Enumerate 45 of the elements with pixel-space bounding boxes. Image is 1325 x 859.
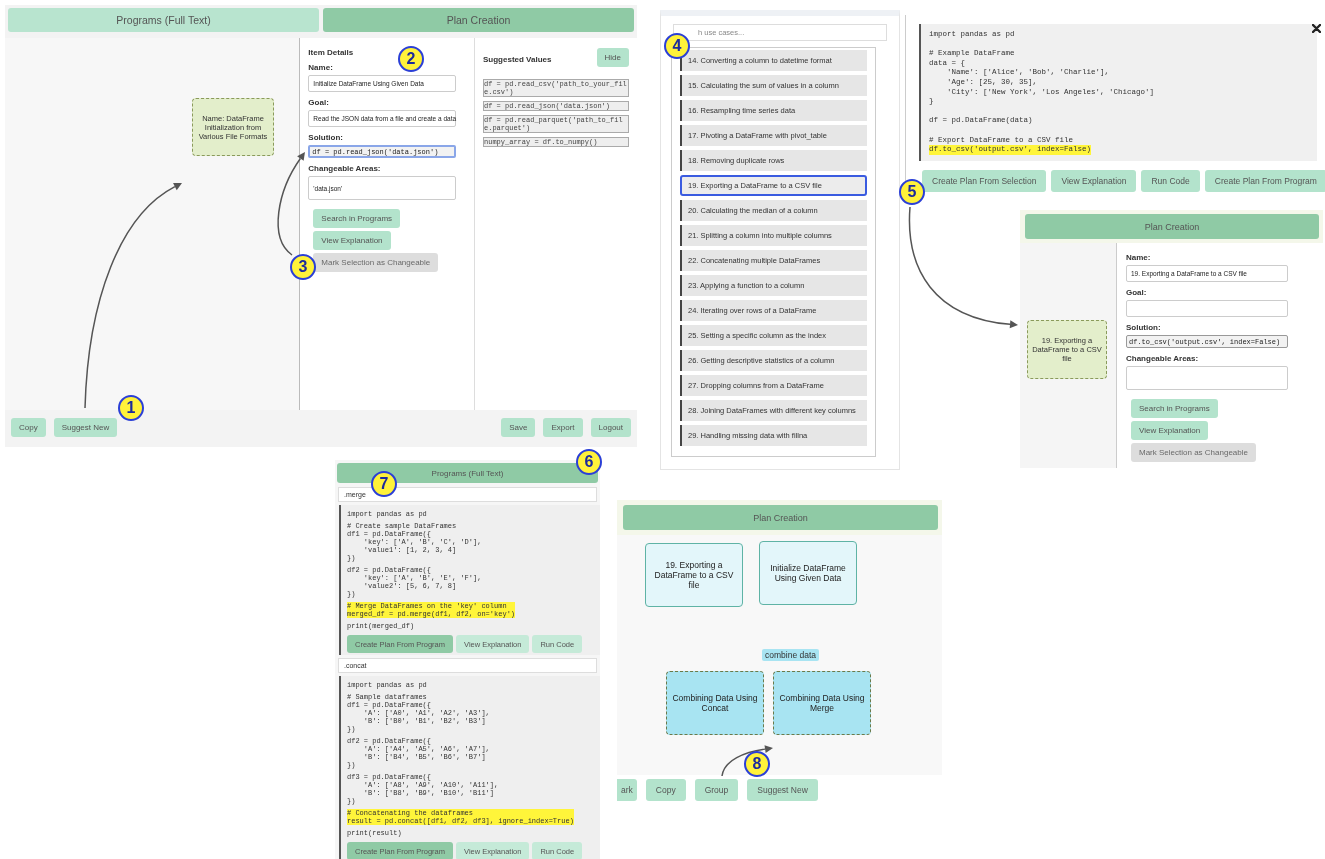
- action-button[interactable]: Search in Programs: [313, 209, 401, 228]
- tab[interactable]: Plan Creation: [323, 8, 634, 32]
- plan-node[interactable]: Combining Data Using Merge: [773, 671, 871, 735]
- footer-button[interactable]: Export: [543, 418, 583, 437]
- field-label: Name:: [308, 63, 334, 72]
- field-label: Changeable Areas:: [1126, 354, 1200, 363]
- group-label: combine data: [762, 649, 820, 661]
- footer-button[interactable]: Logout: [590, 418, 631, 437]
- footer-button[interactable]: Save: [501, 418, 536, 437]
- step-number: 6: [576, 449, 602, 475]
- curved-arrow: [721, 745, 773, 777]
- close-icon[interactable]: [1312, 24, 1321, 33]
- action-button[interactable]: Search in Programs: [1131, 399, 1218, 418]
- field-label: Name:: [1126, 253, 1152, 262]
- field-label: Solution:: [308, 133, 344, 142]
- action-button[interactable]: View Explanation: [1051, 169, 1137, 192]
- text-field[interactable]: [1126, 300, 1288, 317]
- action-button: Mark Selection as Changeable: [1131, 443, 1256, 462]
- footer-button[interactable]: Group: [694, 779, 739, 801]
- plan-node[interactable]: 19. Exporting a DataFrame to a CSV file: [645, 543, 743, 607]
- tab[interactable]: Programs (Full Text): [8, 8, 319, 32]
- footer-button[interactable]: ark: [617, 779, 637, 801]
- field-label: Goal:: [1126, 288, 1148, 297]
- step-number: 5: [899, 179, 925, 205]
- section-header: Plan Creation: [1025, 214, 1319, 239]
- footer-button[interactable]: Suggest New: [747, 779, 818, 801]
- plan-node[interactable]: Initialize DataFrame Using Given Data: [759, 541, 857, 605]
- field-label: Goal:: [308, 98, 330, 107]
- action-button[interactable]: View Explanation: [313, 231, 391, 250]
- hide-button[interactable]: Hide: [596, 48, 629, 67]
- section-header: Plan Creation: [623, 505, 938, 530]
- text-area[interactable]: [1126, 366, 1288, 390]
- field-label: Solution:: [1126, 323, 1162, 332]
- action-button[interactable]: Run Code: [1141, 169, 1200, 192]
- footer-button[interactable]: Suggest New: [53, 418, 118, 437]
- section-title: Item Details: [308, 48, 355, 57]
- action-button: Mark Selection as Changeable: [313, 253, 439, 272]
- footer-button[interactable]: Copy: [11, 418, 46, 437]
- plan-node[interactable]: Combining Data Using Concat: [666, 671, 764, 735]
- action-button[interactable]: Create Plan From Program: [1204, 169, 1325, 192]
- action-button[interactable]: Create Plan From Selection: [922, 169, 1047, 192]
- section-title: Suggested Values: [483, 54, 552, 64]
- action-button[interactable]: View Explanation: [1131, 421, 1209, 440]
- footer-button[interactable]: Copy: [645, 779, 686, 801]
- field-label: Changeable Areas:: [308, 164, 382, 173]
